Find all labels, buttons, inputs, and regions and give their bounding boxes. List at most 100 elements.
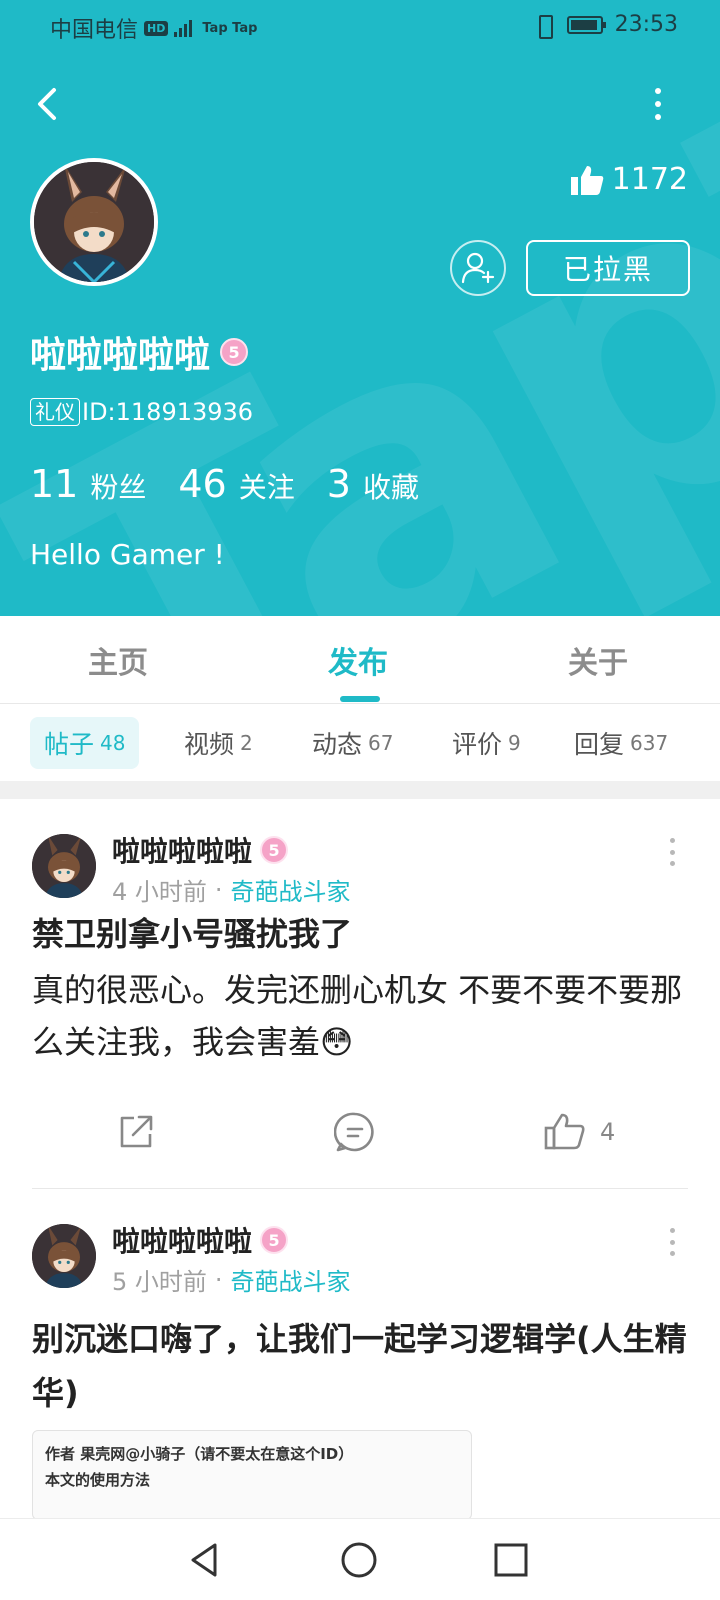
taptap-watermark: TapTap [0,0,720,616]
favorites-count[interactable]: 3 [327,462,351,506]
avatar-illustration [34,162,154,282]
tab-about[interactable]: 关于 [568,638,628,682]
add-user-icon [461,252,495,284]
more-dot-icon [669,838,675,843]
level-badge: 5 [260,1226,289,1254]
subtab-count: 48 [100,731,126,755]
more-dot-icon [655,114,661,120]
favorites-label[interactable]: 收藏 [363,466,419,506]
thumbs-up-outline-icon [544,1113,585,1150]
subtab-label: 评价 [452,730,503,759]
tab-posts[interactable]: 发布 [328,638,388,682]
system-nav-bar [0,1518,720,1600]
more-options-button[interactable] [646,84,670,124]
fans-count[interactable]: 11 [30,462,78,506]
subtab-threads[interactable]: 帖子 48 [30,717,140,769]
chevron-left-icon [38,88,56,120]
carrier-name: 中国电信 [50,18,139,43]
main-tab-bar: 主页 发布 关于 [0,616,720,704]
vibrate-icon [533,14,555,39]
likes-count: 1172 [570,162,688,197]
post-more-button[interactable] [664,1228,680,1256]
subtab-moments[interactable]: 动态 67 [312,717,393,769]
preview-line: 作者 果壳网@小骑子（请不要太在意这个ID） [45,1445,354,1463]
post-forum-link[interactable]: 奇葩战斗家 [231,872,351,907]
post-time: 5 小时前 [112,1268,207,1296]
blocked-button[interactable]: 已拉黑 [526,240,690,296]
nav-home-button[interactable] [336,1537,382,1583]
post-title[interactable]: 别沉迷口嗨了，让我们一起学习逻辑学(人生精华) [32,1312,692,1420]
more-dot-icon [669,1239,675,1245]
level-badge: 5 [260,836,289,864]
more-dot-icon [655,101,661,107]
post-separator [32,1188,688,1189]
profile-id-row: 礼仪 ID:118913936 [30,398,253,426]
status-bar: 中国电信 HD Tap Tap 23:53 [0,0,720,50]
post-more-button[interactable] [664,838,680,866]
post-image-preview[interactable]: 作者 果壳网@小骑子（请不要太在意这个ID） 本文的使用方法 [32,1430,472,1520]
subtab-label: 动态 [312,730,363,759]
comment-button[interactable] [334,1102,376,1162]
nav-back-button[interactable] [182,1537,228,1583]
level-badge: 5 [220,338,249,366]
signal-icon [174,19,193,37]
profile-name: 啦啦啦啦啦 5 [30,326,249,378]
post-meta: 4 小时前 · 奇葩战斗家 [112,872,351,907]
preview-line: 本文的使用方法 [45,1471,151,1489]
back-button[interactable] [28,80,68,128]
active-tab-indicator [340,696,380,702]
more-dot-icon [669,849,675,855]
follow-user-button[interactable] [450,240,506,296]
notification-app-icons: Tap Tap [202,20,258,36]
subtab-label: 视频 [184,730,235,759]
more-dot-icon [669,861,675,866]
profile-bio: Hello Gamer ! [30,538,225,571]
post-time: 4 小时前 [112,878,207,906]
post-author[interactable]: 啦啦啦啦啦 5 [112,1220,289,1260]
like-count: 4 [600,1118,616,1146]
profile-stats: 11 粉丝 46 关注 3 收藏 [30,462,451,506]
status-time: 23:53 [614,12,678,37]
thumbs-up-icon [570,165,603,195]
post-author-avatar[interactable] [32,1224,96,1288]
post-author-name: 啦啦啦啦啦 [112,1225,253,1258]
subtab-count: 67 [368,731,394,755]
sub-tab-bar: 帖子 48 视频 2 动态 67 评价 9 回复 637 [0,705,720,781]
subtab-replies[interactable]: 回复 637 [574,717,668,769]
subtab-count: 9 [508,731,521,755]
share-button[interactable] [116,1102,156,1162]
likes-number: 1172 [611,162,688,197]
post-actions: 4 [0,1102,720,1162]
nav-recents-button[interactable] [488,1537,534,1583]
battery-icon [566,15,606,34]
post-forum-link[interactable]: 奇葩战斗家 [231,1262,351,1297]
post-title[interactable]: 禁卫别拿小号骚扰我了 [32,910,692,958]
avatar-illustration [32,1224,96,1288]
following-count[interactable]: 46 [178,462,226,506]
like-button[interactable]: 4 [544,1102,615,1162]
post-author[interactable]: 啦啦啦啦啦 5 [112,830,289,870]
tab-home[interactable]: 主页 [88,638,148,682]
post-body[interactable]: 真的很恶心。发完还删心机女 不要不要不要那么关注我，我会害羞😳 [32,964,692,1068]
profile-name-text: 啦啦啦啦啦 [30,335,211,376]
more-dot-icon [669,1228,675,1233]
following-label[interactable]: 关注 [239,466,295,506]
etiquette-tag[interactable]: 礼仪 [30,398,80,426]
subtab-label: 回复 [574,730,625,759]
profile-header: TapTap 中国电信 HD Tap Tap 23:53 1172 已拉黑 啦啦… [0,0,720,616]
meta-separator: · [214,1265,223,1294]
subtab-videos[interactable]: 视频 2 [184,717,253,769]
subtab-count: 2 [240,731,253,755]
post-author-avatar[interactable] [32,834,96,898]
avatar-illustration [32,834,96,898]
subtab-label: 帖子 [44,730,95,759]
profile-avatar[interactable] [30,158,158,286]
subtab-count: 637 [630,731,669,755]
section-divider [0,781,720,799]
fans-label[interactable]: 粉丝 [90,466,146,506]
triangle-back-icon [191,1543,217,1577]
subtab-reviews[interactable]: 评价 9 [452,717,521,769]
share-icon [120,1115,153,1148]
post-author-name: 啦啦啦啦啦 [112,835,253,868]
more-dot-icon [655,88,661,94]
